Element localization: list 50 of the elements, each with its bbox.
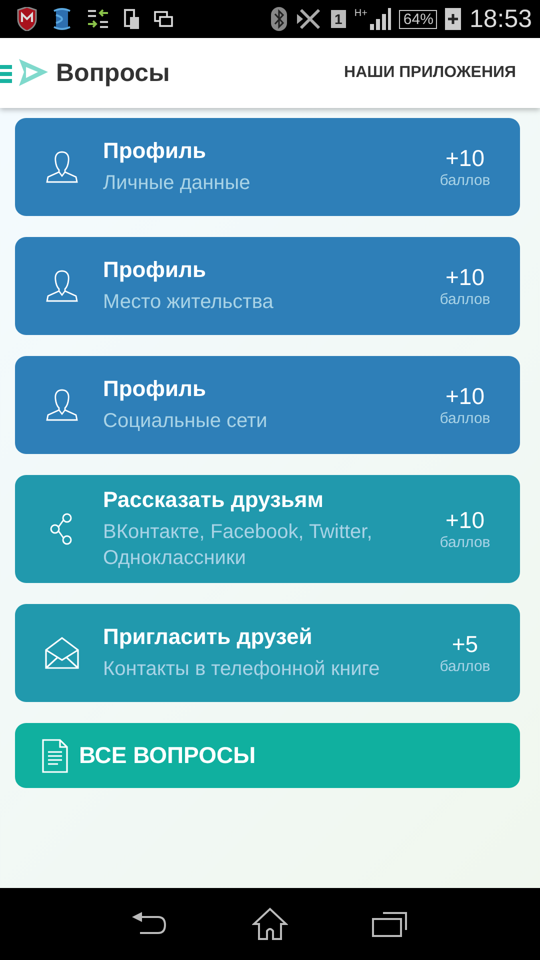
person-icon <box>45 150 79 184</box>
scroll-icon <box>52 7 72 31</box>
screens-icon <box>154 10 174 28</box>
card-title: Профиль <box>103 257 207 283</box>
card-title: Рассказать друзьям <box>103 487 325 513</box>
card-title: Профиль <box>103 138 207 164</box>
points-label: баллов <box>440 534 490 551</box>
points-label: баллов <box>440 291 490 308</box>
card-subtitle: Социальные сети <box>103 409 268 434</box>
task-card[interactable]: Рассказать друзьям ВКонтакте, Facebook, Twitter, Одноклассники +10 баллов <box>15 475 520 583</box>
points-label: баллов <box>440 658 490 675</box>
bluetooth-icon <box>270 7 287 31</box>
network-type: H+ <box>354 8 368 18</box>
person-icon <box>45 269 79 303</box>
all-questions-button[interactable]: ВСЕ ВОПРОСЫ <box>15 723 520 788</box>
clock: 18:53 <box>469 4 532 34</box>
charging-icon <box>445 8 462 30</box>
sd-card-icon <box>124 7 140 31</box>
person-icon <box>45 388 79 422</box>
battery-level: 64% <box>399 10 438 28</box>
points-value: +10 <box>445 264 484 291</box>
card-subtitle: Контакты в телефонной книге <box>103 657 381 682</box>
card-title: Профиль <box>103 376 207 402</box>
points-label: баллов <box>440 410 490 427</box>
card-subtitle: Личные данные <box>103 171 252 196</box>
envelope-icon <box>44 636 80 670</box>
screen-title: Вопросы <box>56 58 170 88</box>
task-card[interactable]: Профиль Личные данные +10 баллов <box>15 118 520 216</box>
apps-link[interactable]: НАШИ ПРИЛОЖЕНИЯ <box>344 64 516 82</box>
signal-icon <box>369 8 392 30</box>
shield-icon <box>16 7 38 31</box>
nfc-icon <box>294 7 323 31</box>
back-icon[interactable] <box>132 911 168 937</box>
document-icon <box>41 738 69 772</box>
task-card[interactable]: Профиль Социальные сети +10 баллов <box>15 356 520 454</box>
sync-icon <box>86 8 110 30</box>
sim-indicator: 1 <box>330 10 346 28</box>
share-icon <box>50 512 74 546</box>
task-card[interactable]: Профиль Место жительства +10 баллов <box>15 237 520 335</box>
points-value: +10 <box>445 383 484 410</box>
card-subtitle: ВКонтакте, Facebook, Twitter, Одноклассники <box>103 520 374 571</box>
card-subtitle: Место жительства <box>103 290 274 315</box>
card-title: Пригласить друзей <box>103 624 314 650</box>
points-value: +10 <box>445 145 484 172</box>
home-icon[interactable] <box>252 907 288 941</box>
points-value: +10 <box>445 507 484 534</box>
points-value: +5 <box>452 631 478 658</box>
points-label: баллов <box>440 172 490 189</box>
recent-apps-icon[interactable] <box>372 911 408 937</box>
task-card[interactable]: Пригласить друзей Контакты в телефонной книге +5 баллов <box>15 604 520 702</box>
